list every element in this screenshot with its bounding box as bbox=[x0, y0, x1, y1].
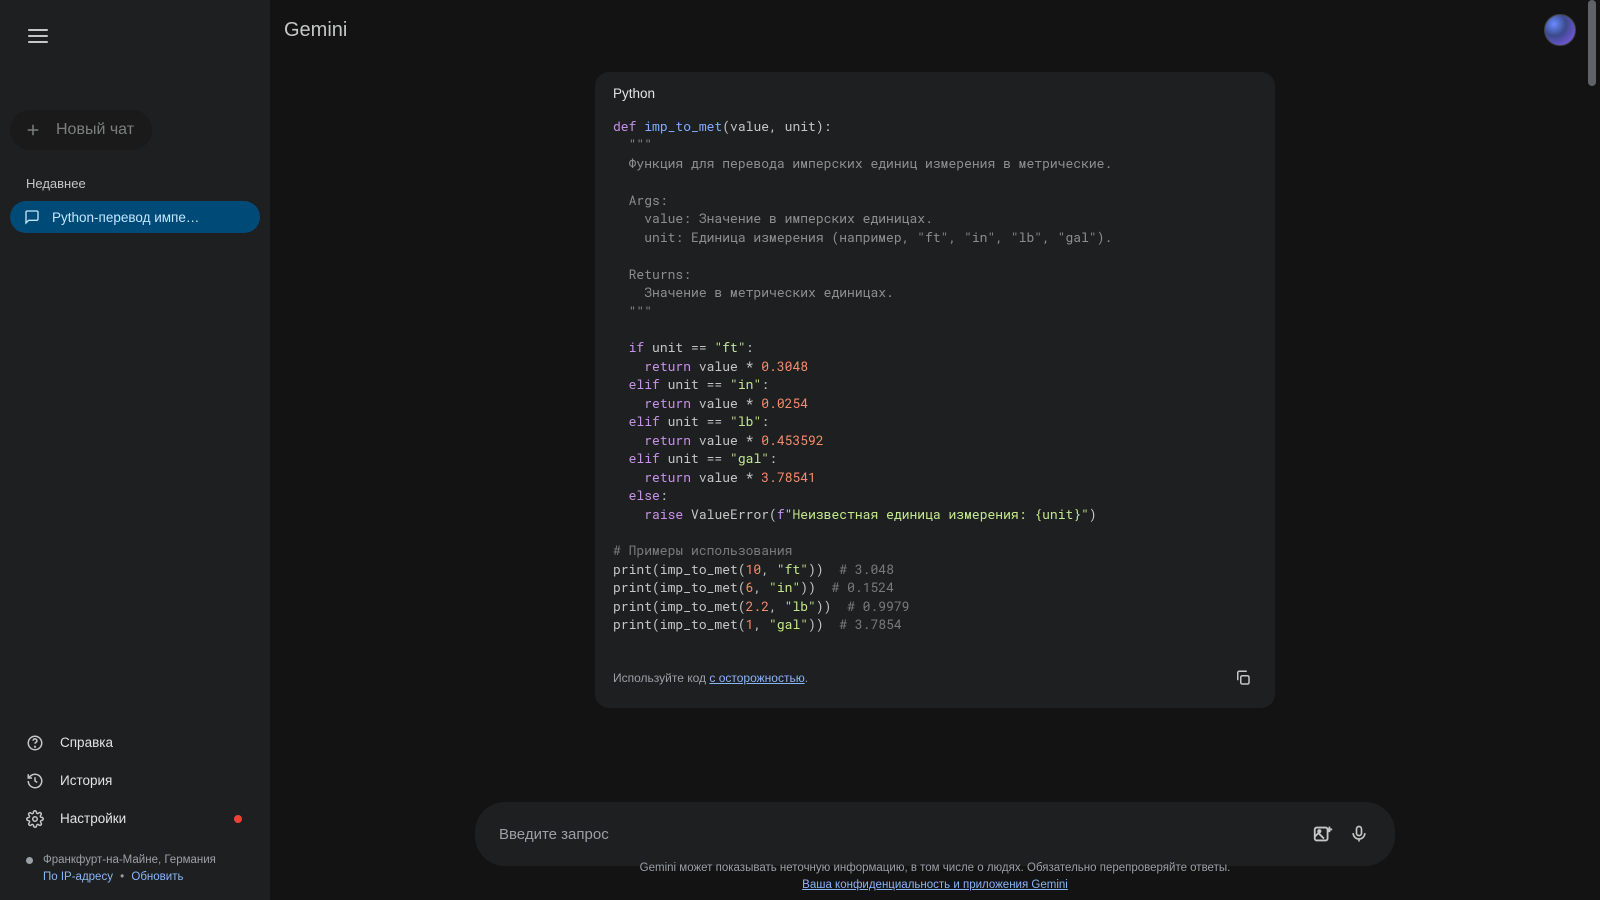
scrollbar-thumb[interactable] bbox=[1588, 0, 1596, 86]
location-info: Франкфурт-на-Майне, Германия По IP-адрес… bbox=[10, 852, 260, 887]
code-language-label: Python bbox=[595, 72, 1275, 111]
user-avatar[interactable] bbox=[1544, 14, 1576, 46]
location-text: Франкфурт-на-Майне, Германия bbox=[43, 852, 216, 869]
voice-input-button[interactable] bbox=[1341, 816, 1377, 852]
history-label: История bbox=[60, 773, 112, 788]
help-label: Справка bbox=[60, 735, 113, 750]
microphone-icon bbox=[1349, 824, 1369, 844]
code-block-card: Python def imp_to_met(value, unit): """ … bbox=[595, 72, 1275, 708]
notification-dot-icon bbox=[234, 815, 242, 823]
privacy-link[interactable]: Ваша конфиденциальность и приложения Gem… bbox=[802, 879, 1068, 891]
main-menu-button[interactable] bbox=[16, 14, 60, 58]
code-content: def imp_to_met(value, unit): """ Функция… bbox=[595, 111, 1275, 650]
disclaimer-text: Gemini может показывать неточную информа… bbox=[270, 860, 1600, 895]
help-icon bbox=[26, 734, 44, 752]
settings-label: Настройки bbox=[60, 811, 126, 826]
ip-address-link[interactable]: По IP-адресу bbox=[43, 871, 113, 883]
history-icon bbox=[26, 772, 44, 790]
history-link[interactable]: История bbox=[10, 762, 260, 800]
recent-section-label: Недавнее bbox=[10, 176, 260, 191]
hamburger-icon bbox=[28, 29, 48, 43]
conversation-scroll[interactable]: Python def imp_to_met(value, unit): """ … bbox=[270, 52, 1600, 765]
scrollbar[interactable] bbox=[1586, 0, 1598, 900]
prompt-input[interactable] bbox=[499, 826, 1305, 843]
sidebar-chat-item[interactable]: Python-перевод импе… bbox=[10, 201, 260, 233]
app-title: Gemini bbox=[284, 19, 347, 42]
settings-link[interactable]: Настройки bbox=[10, 800, 260, 838]
update-location-link[interactable]: Обновить bbox=[131, 871, 183, 883]
plus-icon bbox=[22, 119, 44, 141]
location-dot-icon bbox=[26, 857, 33, 864]
sidebar: Новый чат Недавнее Python-перевод импе… … bbox=[0, 0, 270, 900]
main-area: Gemini Python def imp_to_met(value, unit… bbox=[270, 0, 1600, 900]
image-plus-icon bbox=[1312, 823, 1334, 845]
prompt-input-bar bbox=[475, 802, 1395, 866]
new-chat-label: Новый чат bbox=[56, 121, 134, 139]
copy-code-button[interactable] bbox=[1227, 662, 1259, 694]
code-caution-link[interactable]: с осторожностью bbox=[709, 671, 804, 685]
upload-image-button[interactable] bbox=[1305, 816, 1341, 852]
chat-item-label: Python-перевод импе… bbox=[52, 210, 199, 225]
new-chat-button[interactable]: Новый чат bbox=[10, 110, 152, 150]
copy-icon bbox=[1234, 669, 1252, 687]
chat-bubble-icon bbox=[24, 209, 40, 225]
help-link[interactable]: Справка bbox=[10, 724, 260, 762]
gear-icon bbox=[26, 810, 44, 828]
code-caution-text: Используйте код с осторожностью. bbox=[613, 671, 808, 685]
